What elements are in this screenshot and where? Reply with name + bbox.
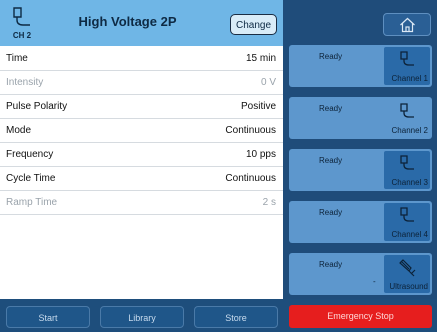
electrode-icon [400, 207, 414, 222]
param-value: Positive [240, 101, 276, 112]
param-label: Pulse Polarity [6, 101, 68, 112]
store-button[interactable]: Store [194, 306, 278, 328]
channel-2-card[interactable]: Ready Channel 2 [289, 97, 432, 139]
channel-3-card[interactable]: Ready Channel 3 [289, 149, 432, 191]
param-value: Continuous [225, 125, 276, 136]
param-row-ramp-time: Ramp Time 2 s [0, 191, 283, 215]
ultrasound-card[interactable]: Ready - Ultrasound [289, 253, 432, 295]
channel-name: Channel 3 [391, 178, 428, 187]
emergency-stop-button[interactable]: Emergency Stop [289, 305, 432, 328]
param-label: Time [6, 53, 28, 64]
change-button[interactable]: Change [230, 14, 277, 35]
channel-4-tile[interactable]: Channel 4 [384, 203, 430, 241]
electrode-icon [400, 103, 414, 118]
channel-name: Channel 4 [391, 230, 428, 239]
home-icon [400, 17, 415, 33]
param-label: Intensity [6, 77, 44, 88]
ultrasound-icon [399, 259, 416, 277]
channel-label: CH 2 [12, 31, 32, 40]
channel-status: Ready [319, 260, 343, 269]
emergency-bar: Emergency Stop [283, 299, 437, 332]
channel-name: Channel 2 [391, 126, 428, 135]
channel-2-tile[interactable]: Channel 2 [384, 99, 430, 137]
param-row-cycle-time[interactable]: Cycle Time Continuous [0, 167, 283, 191]
channel-status: Ready [319, 208, 343, 217]
param-value: Continuous [225, 173, 276, 184]
param-label: Mode [6, 125, 32, 136]
channel-3-tile[interactable]: Channel 3 [384, 151, 430, 189]
channel-status: Ready [319, 104, 343, 113]
library-button[interactable]: Library [100, 306, 184, 328]
channel-1-tile[interactable]: Channel 1 [384, 47, 430, 85]
channel-status: Ready [319, 52, 343, 61]
electrode-icon [400, 51, 414, 66]
param-value: 0 V [260, 77, 276, 88]
ultrasound-value: - [373, 277, 376, 286]
channel-panel: Ready Channel 1 Ready Channel 2 Ready Ch… [283, 0, 437, 332]
param-value: 2 s [262, 197, 276, 208]
param-row-pulse-polarity[interactable]: Pulse Polarity Positive [0, 95, 283, 119]
electrode-icon [400, 155, 414, 170]
param-value: 10 pps [245, 149, 276, 160]
channel-status: Ready [319, 156, 343, 165]
param-label: Cycle Time [6, 173, 56, 184]
param-row-frequency[interactable]: Frequency 10 pps [0, 143, 283, 167]
param-row-time[interactable]: Time 15 min [0, 47, 283, 71]
param-label: Ramp Time [6, 197, 58, 208]
action-bar: Start Library Store [0, 299, 283, 332]
channel-name: Ultrasound [389, 282, 428, 291]
parameter-panel: CH 2 High Voltage 2P Change Time 15 min … [0, 0, 283, 332]
protocol-header: CH 2 High Voltage 2P Change [0, 0, 283, 46]
param-label: Frequency [6, 149, 54, 160]
start-button[interactable]: Start [6, 306, 90, 328]
parameter-list: Time 15 min Intensity 0 V Pulse Polarity… [0, 47, 283, 215]
home-button[interactable] [383, 13, 431, 36]
channel-4-card[interactable]: Ready Channel 4 [289, 201, 432, 243]
ultrasound-tile[interactable]: Ultrasound [384, 255, 430, 293]
param-row-intensity: Intensity 0 V [0, 71, 283, 95]
channel-1-card[interactable]: Ready Channel 1 [289, 45, 432, 87]
channel-name: Channel 1 [391, 74, 428, 83]
param-row-mode[interactable]: Mode Continuous [0, 119, 283, 143]
param-value: 15 min [245, 53, 276, 64]
